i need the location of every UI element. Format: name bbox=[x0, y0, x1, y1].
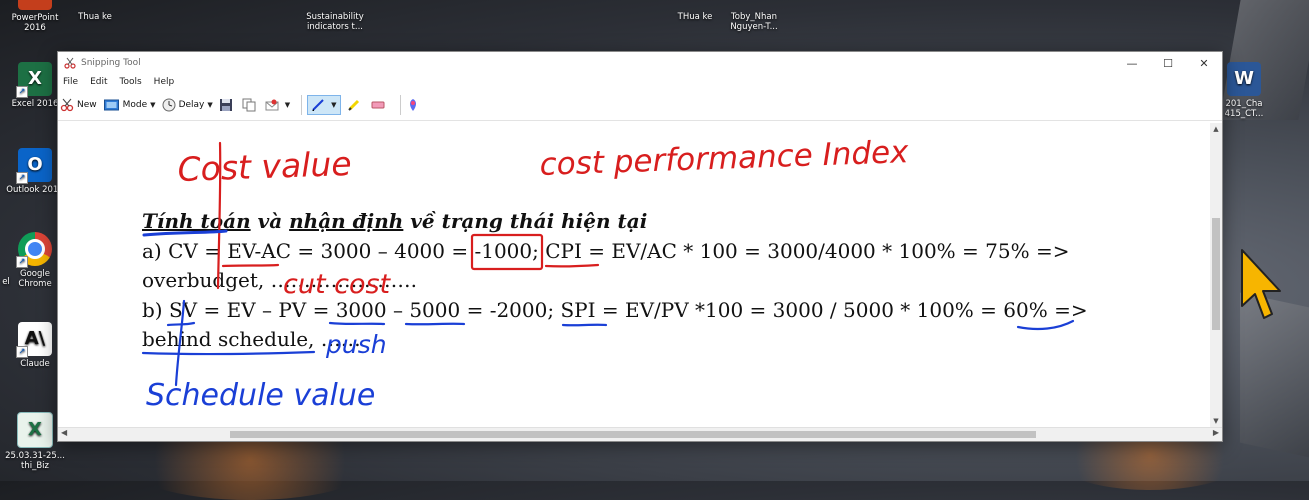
heading-part: nhận định bbox=[289, 209, 404, 233]
heading-part: về trạng thái hiện tại bbox=[403, 209, 648, 233]
mode-button[interactable]: Mode ▼ bbox=[103, 98, 156, 112]
menu-file[interactable]: File bbox=[63, 77, 78, 87]
eraser-button[interactable] bbox=[370, 98, 389, 112]
horizontal-scrollbar[interactable]: ◀ ▶ bbox=[58, 427, 1222, 441]
delay-label: Delay bbox=[178, 100, 205, 110]
desktop-icon-label: Claude bbox=[20, 359, 50, 369]
desktop-icon-label: Outlook 2016 bbox=[6, 185, 64, 195]
minimize-button[interactable]: — bbox=[1114, 57, 1150, 70]
new-snip-icon bbox=[60, 98, 74, 112]
chevron-down-icon[interactable]: ▼ bbox=[150, 101, 155, 109]
vertical-scroll-thumb[interactable] bbox=[1212, 218, 1220, 330]
copy-button[interactable] bbox=[242, 98, 259, 112]
outlook-icon: O ↗ bbox=[16, 148, 52, 184]
desktop-icon-partial[interactable]: el bbox=[0, 277, 36, 287]
menu-tools[interactable]: Tools bbox=[120, 77, 142, 87]
line-b-continued: behind schedule, …… bbox=[142, 327, 361, 351]
vertical-scrollbar[interactable]: ▲ ▼ bbox=[1210, 123, 1222, 427]
menu-help[interactable]: Help bbox=[154, 77, 175, 87]
chevron-down-icon[interactable]: ▼ bbox=[331, 101, 336, 109]
highlighter-button[interactable] bbox=[347, 98, 364, 112]
desktop-icon-excel[interactable]: X ↗ Excel 2016 bbox=[5, 62, 65, 109]
desktop-icon-label: 201_Cha 415_CT... bbox=[1224, 99, 1264, 119]
scroll-down-arrow[interactable]: ▼ bbox=[1210, 417, 1222, 425]
desktop-icon-biz-file[interactable]: X 25.03.31-25... thi_Biz bbox=[5, 412, 65, 471]
close-button[interactable]: ✕ bbox=[1186, 57, 1222, 70]
scissors-icon bbox=[64, 57, 76, 69]
horizontal-scroll-thumb[interactable] bbox=[230, 431, 1036, 438]
toolbar-divider bbox=[399, 95, 401, 115]
excel-icon: X ↗ bbox=[16, 62, 52, 98]
chevron-down-icon[interactable]: ▼ bbox=[285, 101, 290, 109]
desktop-icon-label: el bbox=[2, 277, 10, 287]
toolbar-divider bbox=[301, 95, 303, 115]
heading-part: và bbox=[250, 209, 290, 233]
menu-edit[interactable]: Edit bbox=[90, 77, 107, 87]
snip-canvas[interactable]: Tính toán và nhận định về trạng thái hiệ… bbox=[58, 123, 1209, 427]
scroll-left-arrow[interactable]: ◀ bbox=[61, 428, 67, 437]
paint-3d-button[interactable] bbox=[406, 98, 423, 112]
desktop-icon-label: Thua ke bbox=[78, 12, 112, 22]
title-bar[interactable]: Snipping Tool — ☐ ✕ bbox=[58, 52, 1222, 74]
desktop-icon-sustainability[interactable]: Sustainability indicators t... bbox=[305, 12, 365, 32]
line-b: b) SV = EV – PV = 3000 – 5000 = -2000; S… bbox=[142, 297, 1088, 322]
excel-file-icon: X bbox=[17, 412, 53, 448]
desktop-icon-label: Toby_Nhan Nguyen-T... bbox=[730, 12, 778, 32]
pen-button[interactable]: ▼ bbox=[307, 95, 341, 115]
paint-3d-icon bbox=[409, 99, 416, 111]
desktop-icon-thua-ke[interactable]: Thua ke bbox=[65, 12, 125, 22]
desktop-icon-label: PowerPoint 2016 bbox=[11, 13, 59, 33]
toolbar: New Mode ▼ Delay ▼ ▼ ▼ bbox=[58, 90, 1222, 121]
mode-icon bbox=[103, 99, 119, 111]
desktop-icon-claude[interactable]: A\ ↗ Claude bbox=[5, 322, 65, 369]
scroll-right-arrow[interactable]: ▶ bbox=[1213, 428, 1219, 437]
chevron-down-icon[interactable]: ▼ bbox=[207, 101, 212, 109]
new-label: New bbox=[77, 100, 97, 110]
desktop-icon-label: Sustainability indicators t... bbox=[306, 12, 364, 32]
desktop-icon-label: THua ke bbox=[677, 12, 713, 22]
window-title: Snipping Tool bbox=[81, 58, 141, 68]
desktop-icon-toby[interactable]: Toby_Nhan Nguyen-T... bbox=[724, 12, 784, 32]
clock-icon bbox=[162, 98, 176, 112]
document-heading: Tính toán và nhận định về trạng thái hiệ… bbox=[142, 207, 1088, 237]
desktop-icon-thua-ke-2[interactable]: THua ke bbox=[665, 12, 725, 22]
pen-icon bbox=[312, 99, 324, 111]
chrome-icon: ↗ bbox=[16, 232, 52, 268]
powerpoint-icon bbox=[18, 0, 52, 10]
line-a-continued: overbudget, …………………. bbox=[142, 268, 417, 292]
desktop-icon-outlook[interactable]: O ↗ Outlook 2016 bbox=[5, 148, 65, 195]
copy-icon bbox=[242, 98, 256, 112]
desktop-icon-word-file[interactable]: W 201_Cha 415_CT... bbox=[1214, 62, 1274, 119]
delay-button[interactable]: Delay ▼ bbox=[162, 98, 213, 112]
save-button[interactable] bbox=[219, 98, 236, 112]
save-icon bbox=[219, 99, 232, 111]
maximize-button[interactable]: ☐ bbox=[1150, 57, 1186, 70]
scroll-up-arrow[interactable]: ▲ bbox=[1210, 125, 1222, 133]
document-text: Tính toán và nhận định về trạng thái hiệ… bbox=[142, 207, 1088, 355]
desktop-icon-label: Excel 2016 bbox=[11, 99, 59, 109]
eraser-icon bbox=[371, 101, 385, 109]
desktop-icon-powerpoint[interactable]: PowerPoint 2016 bbox=[5, 0, 65, 33]
handwriting-cost-performance-index: cost performance Index bbox=[539, 134, 910, 183]
send-mail-icon bbox=[265, 99, 279, 111]
snipping-tool-window: Snipping Tool — ☐ ✕ File Edit Tools Help… bbox=[57, 51, 1223, 442]
menu-bar: File Edit Tools Help bbox=[58, 74, 1222, 90]
send-button[interactable]: ▼ bbox=[265, 98, 290, 112]
new-button[interactable]: New bbox=[60, 98, 97, 112]
word-icon: W bbox=[1227, 62, 1261, 96]
heading-part: Tính toán bbox=[142, 209, 251, 233]
mouse-cursor-icon bbox=[1241, 249, 1281, 319]
desktop-icon-label: 25.03.31-25... thi_Biz bbox=[5, 451, 65, 471]
handwriting-cost-value: Cost value bbox=[177, 144, 352, 189]
claude-icon: A\ ↗ bbox=[16, 322, 52, 358]
handwriting-schedule-value: Schedule value bbox=[146, 378, 375, 413]
mode-label: Mode bbox=[122, 100, 148, 110]
highlighter-icon bbox=[347, 99, 359, 111]
line-a: a) CV = EV-AC = 3000 – 4000 = -1000; CPI… bbox=[142, 238, 1070, 263]
